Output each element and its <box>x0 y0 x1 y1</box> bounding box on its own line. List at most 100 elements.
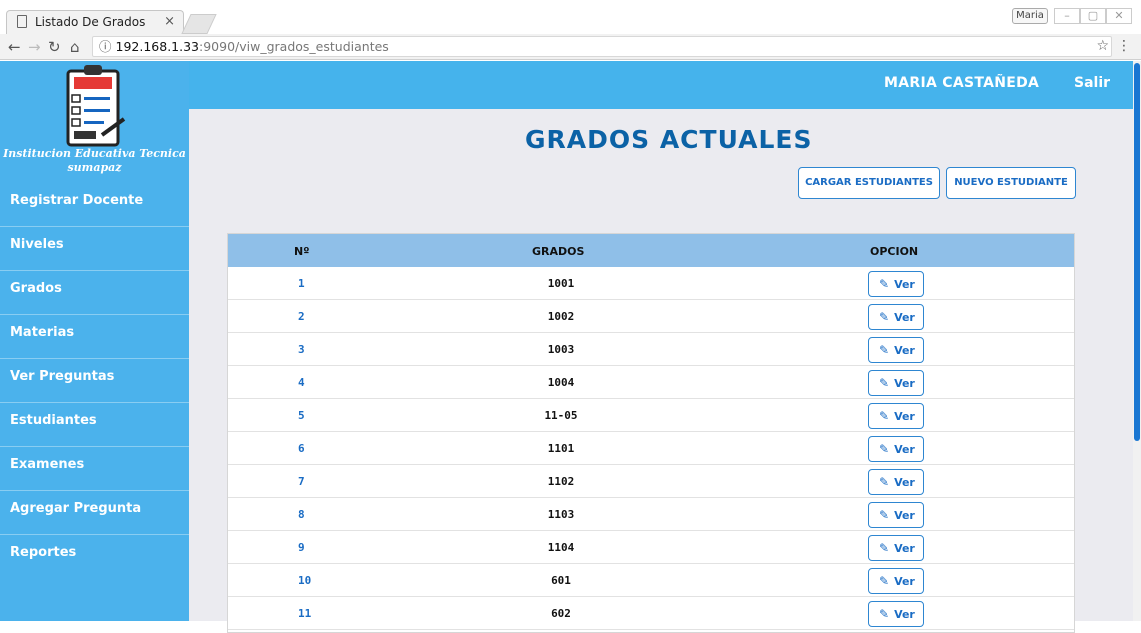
header-grades: GRADOS <box>532 245 585 258</box>
header-option: OPCION <box>870 245 919 258</box>
row-number: 2 <box>298 310 305 323</box>
sidebar-item-label: Agregar Pregunta <box>10 501 142 516</box>
view-button-label: Ver <box>894 311 915 324</box>
pencil-icon: ✎ <box>879 343 890 357</box>
row-grade: 601 <box>551 574 571 587</box>
table-row: 3 1003 ✎ Ver <box>228 333 1074 366</box>
sidebar-item-label: Grados <box>10 281 62 296</box>
view-button[interactable]: ✎ Ver <box>868 535 924 561</box>
sidebar-item-label: Ver Preguntas <box>10 369 115 384</box>
sidebar-item-label: Materias <box>10 325 75 340</box>
address-bar: ← → ↻ ⌂ ⓘ 192.168.1.33:9090/viw_grados_es… <box>0 34 1141 60</box>
view-button[interactable]: ✎ Ver <box>868 271 924 297</box>
row-number: 9 <box>298 541 305 554</box>
close-window-icon[interactable]: ✕ <box>1106 8 1132 24</box>
url-path: :9090/viw_grados_estudiantes <box>199 39 389 54</box>
view-button[interactable]: ✎ Ver <box>868 337 924 363</box>
row-number: 4 <box>298 376 305 389</box>
sidebar-item-agregar-pregunta[interactable]: Agregar Pregunta <box>0 491 189 535</box>
sidebar-item-reportes[interactable]: Reportes <box>0 535 189 579</box>
sidebar-item-grados[interactable]: Grados <box>0 271 189 315</box>
sidebar-item-estudiantes[interactable]: Estudiantes <box>0 403 189 447</box>
view-button[interactable]: ✎ Ver <box>868 469 924 495</box>
tab-close-icon[interactable]: × <box>164 14 175 29</box>
pencil-icon: ✎ <box>879 607 890 621</box>
table-row: 6 1101 ✎ Ver <box>228 432 1074 465</box>
sidebar: Institucion Educativa Tecnica sumapaz Re… <box>0 61 189 621</box>
grades-table: Nº GRADOS OPCION 1 1001 ✎ Ver 2 1002 ✎ Ver 3 1003… <box>227 233 1075 633</box>
view-button[interactable]: ✎ Ver <box>868 304 924 330</box>
view-button[interactable]: ✎ Ver <box>868 568 924 594</box>
page-icon <box>17 15 27 28</box>
load-students-button[interactable]: CARGAR ESTUDIANTES <box>798 167 940 199</box>
back-icon[interactable]: ← <box>8 38 21 56</box>
site-info-icon[interactable]: ⓘ <box>99 39 112 54</box>
page-title: GRADOS ACTUALES <box>525 125 813 154</box>
row-number: 8 <box>298 508 305 521</box>
view-button-label: Ver <box>894 575 915 588</box>
user-name[interactable]: MARIA CASTAÑEDA <box>884 75 1039 91</box>
pencil-icon: ✎ <box>879 376 890 390</box>
reload-icon[interactable]: ↻ <box>48 38 61 56</box>
view-button-label: Ver <box>894 542 915 555</box>
table-row: 8 1103 ✎ Ver <box>228 498 1074 531</box>
sidebar-item-ver-preguntas[interactable]: Ver Preguntas <box>0 359 189 403</box>
table-row: 4 1004 ✎ Ver <box>228 366 1074 399</box>
view-button-label: Ver <box>894 278 915 291</box>
browser-menu-icon[interactable]: ⋮ <box>1117 38 1131 54</box>
row-grade: 11-05 <box>544 409 578 422</box>
sidebar-item-registrar-docente[interactable]: Registrar Docente <box>0 183 189 227</box>
home-icon[interactable]: ⌂ <box>70 38 80 56</box>
sidebar-item-niveles[interactable]: Niveles <box>0 227 189 271</box>
view-button-label: Ver <box>894 509 915 522</box>
table-row: 11 602 ✎ Ver <box>228 597 1074 630</box>
url-host: 192.168.1.33 <box>115 39 200 54</box>
sidebar-item-materias[interactable]: Materias <box>0 315 189 359</box>
url-input[interactable]: ⓘ 192.168.1.33:9090/viw_grados_estudiante… <box>92 36 1112 57</box>
view-button-label: Ver <box>894 377 915 390</box>
new-student-button[interactable]: NUEVO ESTUDIANTE <box>946 167 1076 199</box>
page-scrollbar[interactable] <box>1133 61 1141 621</box>
main-content: GRADOS ACTUALES CARGAR ESTUDIANTES NUEVO… <box>189 109 1133 633</box>
table-row: 7 1102 ✎ Ver <box>228 465 1074 498</box>
browser-user-badge[interactable]: Maria <box>1012 8 1048 24</box>
row-grade: 1001 <box>547 277 575 290</box>
bookmark-star-icon[interactable]: ☆ <box>1096 38 1109 54</box>
sidebar-item-label: Registrar Docente <box>10 193 144 208</box>
table-row: 9 1104 ✎ Ver <box>228 531 1074 564</box>
table-row: 2 1002 ✎ Ver <box>228 300 1074 333</box>
pencil-icon: ✎ <box>879 409 890 423</box>
window-controls: – ▢ ✕ <box>1054 8 1138 24</box>
sidebar-item-label: Estudiantes <box>10 413 97 428</box>
tab-title: Listado De Grados <box>35 15 146 29</box>
row-number: 1 <box>298 277 305 290</box>
pencil-icon: ✎ <box>879 508 890 522</box>
sidebar-item-examenes[interactable]: Examenes <box>0 447 189 491</box>
view-button[interactable]: ✎ Ver <box>868 403 924 429</box>
row-number: 7 <box>298 475 305 488</box>
row-number: 3 <box>298 343 305 356</box>
view-button-label: Ver <box>894 443 915 456</box>
logout-link[interactable]: Salir <box>1074 75 1110 91</box>
view-button[interactable]: ✎ Ver <box>868 601 924 627</box>
view-button[interactable]: ✎ Ver <box>868 502 924 528</box>
pencil-icon: ✎ <box>879 475 890 489</box>
view-button[interactable]: ✎ Ver <box>868 436 924 462</box>
forward-icon[interactable]: → <box>28 38 41 56</box>
row-number: 5 <box>298 409 305 422</box>
new-tab-button[interactable] <box>181 14 217 34</box>
minimize-icon[interactable]: – <box>1054 8 1080 24</box>
browser-tab[interactable]: Listado De Grados × <box>6 10 184 34</box>
row-grade: 1103 <box>547 508 575 521</box>
view-button[interactable]: ✎ Ver <box>868 370 924 396</box>
maximize-icon[interactable]: ▢ <box>1080 8 1106 24</box>
row-number: 10 <box>298 574 312 587</box>
pencil-icon: ✎ <box>879 277 890 291</box>
row-number: 11 <box>298 607 312 620</box>
pencil-icon: ✎ <box>879 310 890 324</box>
header-num: Nº <box>294 245 310 258</box>
sidebar-item-label: Niveles <box>10 237 64 252</box>
table-row: 1 1001 ✎ Ver <box>228 267 1074 300</box>
scrollbar-thumb[interactable] <box>1134 63 1140 441</box>
row-grade: 1004 <box>547 376 575 389</box>
